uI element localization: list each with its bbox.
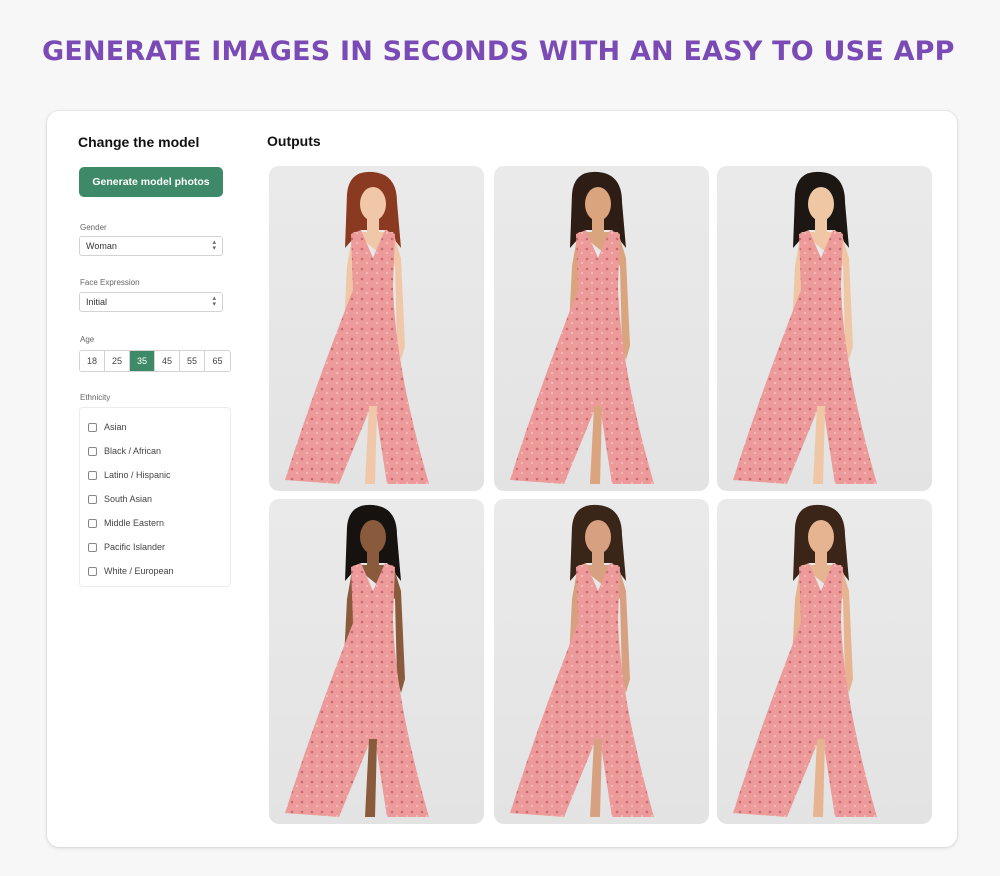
age-option-25[interactable]: 25 xyxy=(105,351,130,371)
outputs-title: Outputs xyxy=(267,133,321,149)
ethnicity-option-label: South Asian xyxy=(104,494,153,504)
ethnicity-option-latino-hispanic[interactable]: Latino / Hispanic xyxy=(88,470,171,480)
gender-label: Gender xyxy=(80,223,107,232)
checkbox[interactable] xyxy=(88,542,97,552)
age-option-18[interactable]: 18 xyxy=(80,351,105,371)
checkbox[interactable] xyxy=(88,518,97,528)
model-photo-icon xyxy=(510,504,654,817)
page-headline: GENERATE IMAGES IN SECONDS WITH AN EASY … xyxy=(42,36,955,67)
generate-model-photos-button[interactable]: Generate model photos xyxy=(79,167,223,197)
select-arrows-icon: ▴ ▾ xyxy=(212,295,216,308)
age-label: Age xyxy=(80,335,95,344)
ethnicity-option-label: Latino / Hispanic xyxy=(104,470,171,480)
face-expression-label: Face Expression xyxy=(80,278,140,287)
checkbox[interactable] xyxy=(88,422,97,432)
ethnicity-checklist: Asian Black / African Latino / Hispanic … xyxy=(79,407,231,587)
age-option-35[interactable]: 35 xyxy=(130,351,155,371)
ethnicity-option-black-african[interactable]: Black / African xyxy=(88,446,161,456)
model-photo-icon xyxy=(733,504,877,817)
ethnicity-option-label: Pacific Islander xyxy=(104,542,166,552)
output-image-1[interactable] xyxy=(269,166,484,491)
face-expression-value: Initial xyxy=(86,297,108,307)
checkbox[interactable] xyxy=(88,494,97,504)
ethnicity-option-asian[interactable]: Asian xyxy=(88,422,127,432)
age-option-55[interactable]: 55 xyxy=(180,351,205,371)
ethnicity-option-middle-eastern[interactable]: Middle Eastern xyxy=(88,518,164,528)
output-image-2[interactable] xyxy=(494,166,709,491)
age-option-65[interactable]: 65 xyxy=(205,351,230,371)
face-expression-select[interactable]: Initial ▴ ▾ xyxy=(79,292,223,312)
checkbox[interactable] xyxy=(88,470,97,480)
ethnicity-option-label: Black / African xyxy=(104,446,162,456)
sidebar-title: Change the model xyxy=(78,134,200,150)
age-option-45[interactable]: 45 xyxy=(155,351,180,371)
model-photo-icon xyxy=(733,171,877,484)
ethnicity-option-label: Middle Eastern xyxy=(104,518,165,528)
output-image-6[interactable] xyxy=(717,499,932,824)
output-image-3[interactable] xyxy=(717,166,932,491)
ethnicity-option-white-european[interactable]: White / European xyxy=(88,566,174,576)
select-arrows-icon: ▴ ▾ xyxy=(212,239,216,252)
age-segmented-control: 18 25 35 45 55 65 xyxy=(79,350,231,372)
ethnicity-option-pacific-islander[interactable]: Pacific Islander xyxy=(88,542,165,552)
gender-value: Woman xyxy=(86,241,117,251)
gender-select[interactable]: Woman ▴ ▾ xyxy=(79,236,223,256)
model-photo-icon xyxy=(285,171,429,484)
ethnicity-option-label: Asian xyxy=(104,422,127,432)
checkbox[interactable] xyxy=(88,566,97,576)
ethnicity-option-south-asian[interactable]: South Asian xyxy=(88,494,152,504)
ethnicity-label: Ethnicity xyxy=(80,393,111,402)
output-image-5[interactable] xyxy=(494,499,709,824)
output-image-4[interactable] xyxy=(269,499,484,824)
checkbox[interactable] xyxy=(88,446,97,456)
app-card: Change the model Generate model photos G… xyxy=(47,111,957,847)
model-photo-icon xyxy=(510,171,654,484)
ethnicity-option-label: White / European xyxy=(104,566,174,576)
model-photo-icon xyxy=(285,504,429,817)
